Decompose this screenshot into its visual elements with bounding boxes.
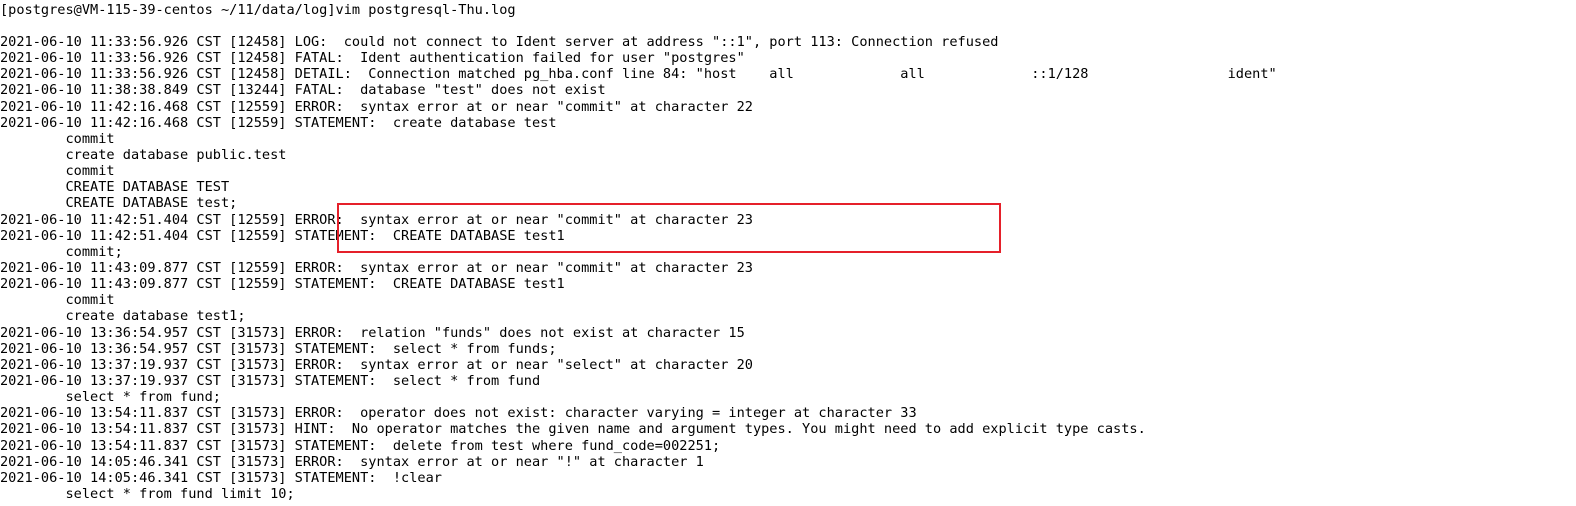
log-line: 2021-06-10 13:37:19.937 CST [31573] ERRO… — [0, 356, 753, 373]
log-line: select * from fund; — [0, 389, 221, 406]
log-output: 2021-06-10 11:33:56.926 CST [12458] LOG:… — [0, 34, 1576, 502]
shell-prompt-line: [postgres@VM-115-39-centos ~/11/data/log… — [0, 2, 516, 18]
log-line: create database public.test — [0, 146, 287, 163]
log-line: 2021-06-10 11:33:56.926 CST [12458] LOG:… — [0, 34, 999, 50]
highlight-annotation-box — [337, 203, 1001, 253]
log-line: 2021-06-10 13:54:11.837 CST [31573] STAT… — [0, 437, 721, 454]
log-line: 2021-06-10 11:43:09.877 CST [12559] STAT… — [0, 276, 565, 293]
log-line: 2021-06-10 11:42:16.468 CST [12559] ERRO… — [0, 98, 753, 115]
log-line: CREATE DATABASE TEST — [0, 179, 230, 196]
log-line: 2021-06-10 11:43:09.877 CST [12559] ERRO… — [0, 259, 753, 276]
terminal-window[interactable]: [postgres@VM-115-39-centos ~/11/data/log… — [0, 0, 1576, 506]
log-line: commit — [0, 163, 115, 180]
log-line: 2021-06-10 11:38:38.849 CST [13244] FATA… — [0, 82, 606, 99]
log-line: 2021-06-10 11:42:16.468 CST [12559] STAT… — [0, 114, 557, 131]
log-line: select * from fund limit 10; — [0, 485, 295, 502]
log-line: commit — [0, 130, 115, 147]
log-line: 2021-06-10 11:33:56.926 CST [12458] DETA… — [0, 66, 1277, 83]
log-line: 2021-06-10 13:54:11.837 CST [31573] HINT… — [0, 421, 1146, 438]
log-line: 2021-06-10 13:36:54.957 CST [31573] STAT… — [0, 340, 557, 357]
log-line: 2021-06-10 11:33:56.926 CST [12458] FATA… — [0, 50, 745, 67]
log-line: commit — [0, 292, 115, 309]
log-line: 2021-06-10 13:54:11.837 CST [31573] ERRO… — [0, 405, 917, 422]
log-line: create database test1; — [0, 308, 246, 325]
log-line: 2021-06-10 13:36:54.957 CST [31573] ERRO… — [0, 324, 745, 341]
log-line: 2021-06-10 14:05:46.341 CST [31573] ERRO… — [0, 453, 704, 470]
log-line: 2021-06-10 14:05:46.341 CST [31573] STAT… — [0, 469, 442, 486]
log-line: 2021-06-10 13:37:19.937 CST [31573] STAT… — [0, 372, 541, 389]
